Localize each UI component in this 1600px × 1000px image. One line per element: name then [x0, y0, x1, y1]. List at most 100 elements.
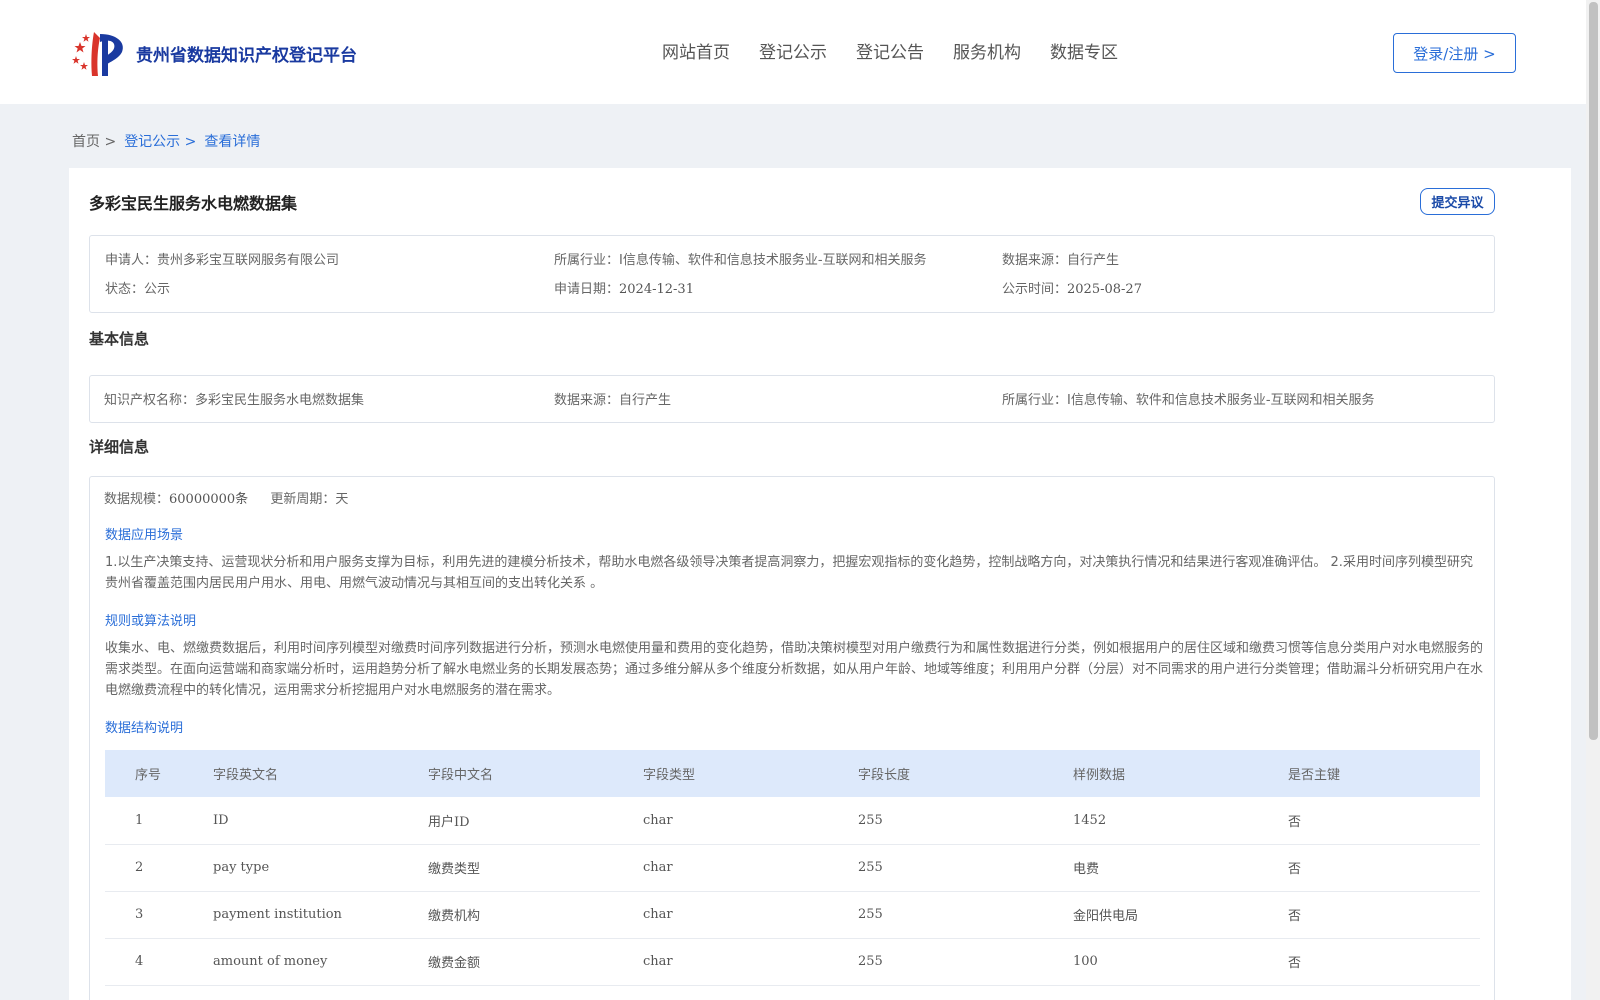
- table-row: 4 amount of money 缴费金额 char 255 100 否: [105, 938, 1480, 985]
- source-field: 数据来源：自行产生: [1002, 249, 1119, 268]
- publish-date-label: 公示时间：: [1002, 282, 1068, 297]
- basic-source-field: 数据来源：自行产生: [554, 389, 671, 408]
- cell-chinese-name: 缴费机构: [428, 909, 481, 924]
- scale-label: 数据规模：: [104, 492, 170, 507]
- scrollbar-thumb[interactable]: [1589, 2, 1598, 740]
- cell-primary-key: 否: [1288, 909, 1302, 924]
- basic-industry-label: 所属行业：: [1002, 393, 1068, 408]
- scenario-heading: 数据应用场景: [105, 528, 184, 543]
- algorithm-heading: 规则或算法说明: [105, 614, 197, 629]
- cell-length: 255: [858, 954, 883, 969]
- breadcrumb: 首页 > 登记公示 > 查看详情: [72, 131, 268, 151]
- cell-index: 4: [135, 954, 144, 969]
- scale-field: 数据规模：60000000条 更新周期：天: [104, 488, 348, 507]
- apply-date-label: 申请日期：: [554, 282, 620, 297]
- cell-type: char: [643, 907, 673, 922]
- source-value: 自行产生: [1067, 253, 1120, 268]
- col-english-name: 字段英文名: [213, 768, 279, 783]
- status-value: 公示: [144, 282, 171, 297]
- cell-sample: 1452: [1073, 812, 1107, 828]
- table-row: 3 payment institution 缴费机构 char 255 金阳供电…: [105, 891, 1480, 938]
- cell-english-name: payment institution: [213, 907, 342, 922]
- nav-home[interactable]: 网站首页: [662, 38, 730, 63]
- applicant-field: 申请人：贵州多彩宝互联网服务有限公司: [105, 249, 339, 268]
- site-logo[interactable]: 贵州省数据知识产权登记平台: [72, 28, 357, 78]
- logo-emblem-icon: [72, 32, 123, 76]
- cell-sample: 电费: [1073, 862, 1100, 877]
- publish-date-field: 公示时间：2025-08-27: [1002, 278, 1142, 297]
- cell-primary-key: 否: [1288, 956, 1302, 971]
- cycle-value: 天: [335, 492, 349, 507]
- ip-name-label: 知识产权名称：: [104, 393, 196, 408]
- cell-english-name: pay type: [213, 860, 270, 875]
- breadcrumb-home[interactable]: 首页 >: [72, 131, 116, 151]
- breadcrumb-current: 查看详情: [204, 134, 261, 150]
- submit-objection-button[interactable]: 提交异议: [1420, 188, 1495, 215]
- cell-sample: 金阳供电局: [1073, 909, 1139, 924]
- nav-registration-notice[interactable]: 登记公告: [856, 38, 924, 63]
- summary-box: 申请人：贵州多彩宝互联网服务有限公司 所属行业：I信息传输、软件和信息技术服务业…: [89, 235, 1495, 313]
- source-label: 数据来源：: [1002, 253, 1068, 268]
- detail-card: 多彩宝民生服务水电燃数据集 提交异议 申请人：贵州多彩宝互联网服务有限公司 所属…: [69, 168, 1571, 1000]
- breadcrumb-section[interactable]: 登记公示 >: [124, 131, 196, 151]
- table-header-row: 序号 字段英文名 字段中文名 字段类型 字段长度 样例数据 是否主键: [105, 750, 1480, 797]
- structure-heading: 数据结构说明: [105, 721, 184, 736]
- basic-source-value: 自行产生: [619, 393, 672, 408]
- publish-date-value: 2025-08-27: [1067, 282, 1142, 297]
- table-row: 1 ID 用户ID char 255 1452 否: [105, 797, 1480, 844]
- site-title: 贵州省数据知识产权登记平台: [136, 45, 357, 66]
- login-register-button[interactable]: 登录/注册 >: [1393, 33, 1516, 73]
- cycle-label: 更新周期：: [270, 492, 336, 507]
- status-label: 状态：: [105, 282, 145, 297]
- basic-info-heading: 基本信息: [89, 330, 150, 348]
- cell-type: char: [643, 860, 673, 875]
- apply-date-field: 申请日期：2024-12-31: [554, 278, 694, 297]
- cell-primary-key: 否: [1288, 862, 1302, 877]
- cell-chinese-name: 缴费金额: [428, 956, 481, 971]
- basic-info-box: 知识产权名称：多彩宝民生服务水电燃数据集 数据来源：自行产生 所属行业：I信息传…: [89, 375, 1495, 423]
- cell-length: 255: [858, 860, 883, 875]
- cell-english-name: ID: [213, 812, 229, 828]
- cell-english-name: amount of money: [213, 954, 328, 969]
- scenario-text: 1.以生产决策支持、运营现状分析和用户服务支撑为目标，利用先进的建模分析技术，帮…: [105, 555, 1473, 591]
- cell-primary-key: 否: [1288, 814, 1302, 830]
- col-type: 字段类型: [643, 768, 696, 783]
- status-field: 状态：公示: [105, 278, 170, 297]
- col-length: 字段长度: [858, 768, 911, 783]
- page-scrollbar[interactable]: [1586, 0, 1600, 1000]
- ip-name-field: 知识产权名称：多彩宝民生服务水电燃数据集: [104, 389, 364, 408]
- site-header: 贵州省数据知识产权登记平台 网站首页 登记公示 登记公告 服务机构 数据专区 登…: [0, 0, 1586, 104]
- table-row: 2 pay type 缴费类型 char 255 电费 否: [105, 844, 1480, 891]
- applicant-value: 贵州多彩宝互联网服务有限公司: [157, 253, 340, 268]
- algorithm-text: 收集水、电、燃缴费数据后，利用时间序列模型对缴费时间序列数据进行分析，预测水电燃…: [105, 641, 1484, 698]
- ip-name-value: 多彩宝民生服务水电燃数据集: [195, 393, 365, 408]
- detail-info-box: 数据规模：60000000条 更新周期：天 数据应用场景 1.以生产决策支持、运…: [89, 476, 1495, 1000]
- basic-industry-value: I信息传输、软件和信息技术服务业-互联网和相关服务: [1067, 393, 1375, 408]
- page-title: 多彩宝民生服务水电燃数据集: [89, 194, 298, 213]
- col-primary-key: 是否主键: [1288, 768, 1341, 783]
- applicant-label: 申请人：: [105, 253, 158, 268]
- cell-sample: 100: [1073, 954, 1098, 969]
- main-nav: 网站首页 登记公示 登记公告 服务机构 数据专区: [662, 38, 1147, 63]
- nav-service-agencies[interactable]: 服务机构: [953, 38, 1021, 63]
- basic-industry-field: 所属行业：I信息传输、软件和信息技术服务业-互联网和相关服务: [1002, 389, 1375, 408]
- industry-field: 所属行业：I信息传输、软件和信息技术服务业-互联网和相关服务: [554, 249, 927, 268]
- cell-type: char: [643, 812, 673, 828]
- nav-data-zone[interactable]: 数据专区: [1050, 38, 1118, 63]
- nav-registration-public[interactable]: 登记公示: [759, 38, 827, 63]
- industry-label: 所属行业：: [554, 253, 620, 268]
- col-sample: 样例数据: [1073, 768, 1126, 783]
- cell-chinese-name: 缴费类型: [428, 862, 481, 877]
- col-index: 序号: [135, 768, 162, 783]
- cell-index: 1: [135, 812, 144, 828]
- scale-value: 60000000条: [169, 492, 249, 507]
- detail-info-heading: 详细信息: [89, 438, 150, 456]
- col-chinese-name: 字段中文名: [428, 768, 494, 783]
- cell-type: char: [643, 954, 673, 969]
- cell-chinese-name: 用户ID: [428, 814, 470, 830]
- cell-length: 255: [858, 907, 883, 922]
- basic-source-label: 数据来源：: [554, 393, 620, 408]
- apply-date-value: 2024-12-31: [619, 282, 694, 297]
- data-structure-table: 序号 字段英文名 字段中文名 字段类型 字段长度 样例数据 是否主键 1 ID …: [105, 750, 1480, 986]
- cell-index: 3: [135, 907, 144, 922]
